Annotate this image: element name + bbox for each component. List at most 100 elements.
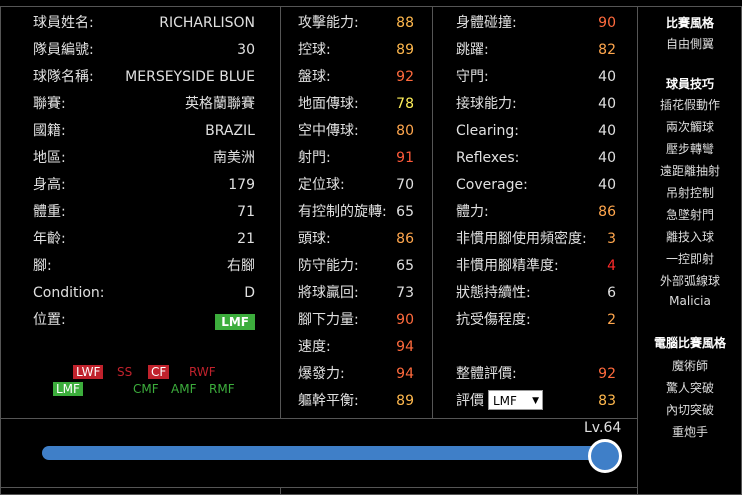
stat-value: 40 <box>598 177 616 193</box>
stat-row: 體力: 86 <box>456 201 616 223</box>
stat-label: 防守能力: <box>298 258 359 274</box>
stat-label: 盤球: <box>298 69 331 85</box>
stat-value: 78 <box>396 96 414 112</box>
level-label: Lv.64 <box>584 420 622 436</box>
stat-label: 軀幹平衡: <box>298 393 359 409</box>
stat-row: 將球贏回: 73 <box>298 282 414 304</box>
stat-row: 爆發力: 94 <box>298 363 414 385</box>
stat-label: 跳躍: <box>456 42 489 58</box>
sidebar-skill-item: 插花假動作 <box>659 98 720 112</box>
position-select[interactable]: LMF ▼ <box>488 390 543 410</box>
info-row: 腳: 右腳 <box>33 255 255 277</box>
sidebar-skill-item: 遠距離抽射 <box>659 164 720 178</box>
stat-row: 速度: 94 <box>298 336 414 358</box>
stat-row: 空中傳球: 80 <box>298 120 414 142</box>
chevron-down-icon: ▼ <box>532 396 539 406</box>
stat-value: 6 <box>607 285 616 301</box>
stat-label: 攻擊能力: <box>298 15 359 31</box>
info-value: 英格蘭聯賽 <box>185 96 255 112</box>
stat-value: 82 <box>598 42 616 58</box>
stat-row: 非慣用腳使用頻密度: 3 <box>456 228 616 250</box>
level-slider-thumb[interactable] <box>588 439 622 473</box>
stat-value: 91 <box>396 150 414 166</box>
info-row: 位置: LMF <box>33 309 255 331</box>
stat-row: 頭球: 86 <box>298 228 414 250</box>
stat-row: 地面傳球: 78 <box>298 93 414 115</box>
stat-value: 2 <box>607 312 616 328</box>
stat-value: 90 <box>598 15 616 31</box>
overall-value: 92 <box>598 366 616 382</box>
stat-row: 身體碰撞: 90 <box>456 12 616 34</box>
stat-value: 40 <box>598 96 616 112</box>
stat-value: 70 <box>396 177 414 193</box>
stat-label: 爆發力: <box>298 366 345 382</box>
stat-row: 狀態持續性: 6 <box>456 282 616 304</box>
stat-value: 90 <box>396 312 414 328</box>
info-label: Condition: <box>33 285 105 301</box>
info-row: 身高: 179 <box>33 174 255 196</box>
stat-row: 守門: 40 <box>456 66 616 88</box>
info-row: Condition: D <box>33 282 255 304</box>
level-slider-track[interactable] <box>42 446 602 460</box>
stat-label: 有控制的旋轉: <box>298 204 387 220</box>
position-cell: AMF <box>171 382 197 396</box>
sidebar-skill-item: 外部弧線球 <box>659 274 720 288</box>
position-badge: LMF <box>215 311 255 333</box>
stat-label: Reflexes: <box>456 150 520 166</box>
stat-row: Reflexes: 40 <box>456 147 616 169</box>
stat-value: 86 <box>396 231 414 247</box>
stat-label: 接球能力: <box>456 96 517 112</box>
stat-value: 88 <box>396 15 414 31</box>
rating-label: 評價 <box>456 393 484 409</box>
stat-row: 抗受傷程度: 2 <box>456 309 616 331</box>
sidebar-skill-item: 離技入球 <box>665 230 714 244</box>
sidebar-title-ai: 電腦比賽風格 <box>653 336 726 350</box>
stat-label: 狀態持續性: <box>456 285 531 301</box>
info-value: BRAZIL <box>205 123 255 139</box>
stat-value: 94 <box>396 339 414 355</box>
info-value: D <box>244 285 255 301</box>
stat-value: 4 <box>607 258 616 274</box>
sidebar-skill-item: 吊射控制 <box>665 186 714 200</box>
stat-value: 40 <box>598 150 616 166</box>
bottom-panel-2 <box>280 487 638 495</box>
stat-value: 92 <box>396 69 414 85</box>
stat-row: 跳躍: 82 <box>456 39 616 61</box>
stat-value: 80 <box>396 123 414 139</box>
stat-value: 65 <box>396 258 414 274</box>
stat-label: 頭球: <box>298 231 331 247</box>
info-row: 聯賽: 英格蘭聯賽 <box>33 93 255 115</box>
stat-label: 體力: <box>456 204 489 220</box>
info-row: 體重: 71 <box>33 201 255 223</box>
position-badge-text: LMF <box>215 314 255 330</box>
sidebar-skill-item: Malicia <box>669 294 711 308</box>
stat-value: 94 <box>396 366 414 382</box>
info-value: RICHARLISON <box>159 15 255 31</box>
info-label: 球員姓名: <box>33 15 94 31</box>
sidebar-ai-item: 重炮手 <box>671 425 708 439</box>
stat-label: 腳下力量: <box>298 312 359 328</box>
stat-label: 空中傳球: <box>298 123 359 139</box>
stat-label: 定位球: <box>298 177 345 193</box>
stat-label: Coverage: <box>456 177 528 193</box>
stat-value: 3 <box>607 231 616 247</box>
info-value: 21 <box>237 231 255 247</box>
info-value: 南美洲 <box>213 150 255 166</box>
stat-value: 89 <box>396 42 414 58</box>
overall-row: 整體評價: 92 <box>456 363 616 385</box>
stat-label: 非慣用腳使用頻密度: <box>456 231 587 247</box>
info-label: 聯賽: <box>33 96 66 112</box>
stat-value: 73 <box>396 285 414 301</box>
info-row: 國籍: BRAZIL <box>33 120 255 142</box>
info-label: 地區: <box>33 150 66 166</box>
info-value: 71 <box>237 204 255 220</box>
info-label: 體重: <box>33 204 66 220</box>
position-cell: CMF <box>133 382 159 396</box>
info-row: 地區: 南美洲 <box>33 147 255 169</box>
stat-label: 射門: <box>298 150 331 166</box>
info-row: 球隊名稱: MERSEYSIDE BLUE <box>33 66 255 88</box>
stat-value: 40 <box>598 69 616 85</box>
position-cell: LMF <box>53 382 83 396</box>
stat-label: 抗受傷程度: <box>456 312 531 328</box>
stat-row: 軀幹平衡: 89 <box>298 390 414 412</box>
